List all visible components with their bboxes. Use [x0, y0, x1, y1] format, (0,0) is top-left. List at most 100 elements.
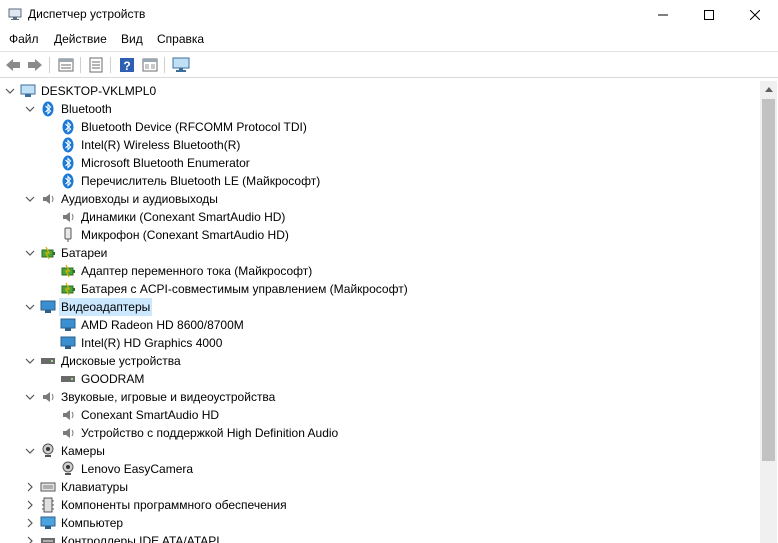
- toolbar-separator: [110, 57, 111, 73]
- device-label: Intel(R) HD Graphics 4000: [81, 336, 223, 350]
- chevron-down-icon[interactable]: [24, 442, 36, 460]
- device-item[interactable]: Lenovo EasyCamera: [60, 460, 195, 478]
- category-computer[interactable]: Компьютер: [24, 514, 125, 532]
- category-disk-drives[interactable]: Дисковые устройства: [24, 352, 183, 370]
- category-label: Bluetooth: [61, 102, 112, 116]
- vertical-scrollbar[interactable]: [760, 81, 777, 543]
- device-label: Батарея с ACPI-совместимым управлением (…: [81, 282, 408, 296]
- back-icon[interactable]: [3, 55, 23, 75]
- device-item[interactable]: Intel(R) HD Graphics 4000: [60, 334, 224, 352]
- display-adapter-icon: [60, 317, 76, 333]
- menu-file[interactable]: Файл: [9, 32, 39, 46]
- disk-drive-icon: [40, 353, 56, 369]
- maximize-button[interactable]: [686, 0, 732, 30]
- toolbar: ?: [0, 51, 778, 78]
- chevron-right-icon[interactable]: [24, 478, 36, 496]
- menu-action[interactable]: Действие: [54, 32, 107, 46]
- svg-text:?: ?: [123, 59, 130, 73]
- chevron-down-icon[interactable]: [24, 298, 36, 316]
- forward-icon[interactable]: [25, 55, 45, 75]
- chevron-right-icon[interactable]: [24, 514, 36, 532]
- device-item[interactable]: Conexant SmartAudio HD: [60, 406, 221, 424]
- category-bluetooth[interactable]: Bluetooth: [24, 100, 114, 118]
- chevron-down-icon[interactable]: [24, 388, 36, 406]
- view-icon[interactable]: [140, 55, 160, 75]
- scrollbar-thumb[interactable]: [762, 99, 775, 461]
- chevron-down-icon[interactable]: [24, 100, 36, 118]
- category-label: Батареи: [61, 246, 108, 260]
- category-ide-controllers[interactable]: Контроллеры IDE ATA/ATAPI: [24, 532, 222, 543]
- device-item[interactable]: Microsoft Bluetooth Enumerator: [60, 154, 252, 172]
- device-label: Перечислитель Bluetooth LE (Майкрософт): [81, 174, 321, 188]
- device-item[interactable]: AMD Radeon HD 8600/8700M: [60, 316, 246, 334]
- chevron-down-icon[interactable]: [24, 244, 36, 262]
- menu-view[interactable]: Вид: [121, 32, 143, 46]
- category-label: Компоненты программного обеспечения: [61, 498, 287, 512]
- chevron-right-icon[interactable]: [24, 532, 36, 543]
- device-label: Bluetooth Device (RFCOMM Protocol TDI): [81, 120, 307, 134]
- device-label: Микрофон (Conexant SmartAudio HD): [81, 228, 289, 242]
- category-label: Дисковые устройства: [61, 354, 181, 368]
- ide-controller-icon: [40, 533, 56, 543]
- device-item[interactable]: Устройство с поддержкой High Definition …: [60, 424, 340, 442]
- camera-icon: [40, 443, 56, 459]
- category-software-components[interactable]: Компоненты программного обеспечения: [24, 496, 289, 514]
- device-item[interactable]: Intel(R) Wireless Bluetooth(R): [60, 136, 242, 154]
- bluetooth-icon: [60, 155, 76, 171]
- chevron-right-icon[interactable]: [24, 496, 36, 514]
- battery-icon: [60, 263, 76, 279]
- device-item[interactable]: Перечислитель Bluetooth LE (Майкрософт): [60, 172, 322, 190]
- tree-root-label: DESKTOP-VKLMPL0: [41, 84, 157, 98]
- category-label: Камеры: [61, 444, 105, 458]
- help-icon[interactable]: ?: [117, 55, 137, 75]
- toolbar-separator: [80, 57, 81, 73]
- computer-icon: [40, 515, 56, 531]
- chevron-down-icon[interactable]: [4, 82, 16, 100]
- title-bar: Диспетчер устройств: [0, 0, 778, 30]
- device-label: Устройство с поддержкой High Definition …: [81, 426, 339, 440]
- camera-icon: [60, 461, 76, 477]
- device-item[interactable]: Адаптер переменного тока (Майкрософт): [60, 262, 314, 280]
- speaker-icon: [60, 425, 76, 441]
- monitor-icon[interactable]: [171, 55, 191, 75]
- minimize-button[interactable]: [640, 0, 686, 30]
- category-cameras[interactable]: Камеры: [24, 442, 107, 460]
- scroll-up-icon[interactable]: [760, 81, 777, 98]
- category-sound-video-game[interactable]: Звуковые, игровые и видеоустройства: [24, 388, 277, 406]
- category-audio-io[interactable]: Аудиовходы и аудиовыходы: [24, 190, 220, 208]
- window-title: Диспетчер устройств: [28, 7, 146, 21]
- speaker-icon: [40, 191, 56, 207]
- category-batteries[interactable]: Батареи: [24, 244, 109, 262]
- device-item[interactable]: Батарея с ACPI-совместимым управлением (…: [60, 280, 410, 298]
- device-label: Lenovo EasyCamera: [81, 462, 194, 476]
- display-adapter-icon: [40, 299, 56, 315]
- device-item[interactable]: Динамики (Conexant SmartAudio HD): [60, 208, 287, 226]
- device-label: Microsoft Bluetooth Enumerator: [81, 156, 250, 170]
- category-label: Звуковые, игровые и видеоустройства: [61, 390, 276, 404]
- bluetooth-icon: [60, 137, 76, 153]
- device-manager-app-icon: [8, 7, 22, 21]
- update-driver-icon[interactable]: [86, 55, 106, 75]
- device-label: AMD Radeon HD 8600/8700M: [81, 318, 244, 332]
- menu-help[interactable]: Справка: [157, 32, 204, 46]
- close-button[interactable]: [732, 0, 778, 30]
- chevron-down-icon[interactable]: [24, 190, 36, 208]
- device-label: Conexant SmartAudio HD: [81, 408, 220, 422]
- properties-icon[interactable]: [56, 55, 76, 75]
- device-item[interactable]: Микрофон (Conexant SmartAudio HD): [60, 226, 291, 244]
- category-keyboards[interactable]: Клавиатуры: [24, 478, 130, 496]
- tree-root[interactable]: DESKTOP-VKLMPL0: [4, 82, 158, 100]
- device-item[interactable]: GOODRAM: [60, 370, 146, 388]
- toolbar-separator: [49, 57, 50, 73]
- microphone-icon: [60, 227, 76, 243]
- bluetooth-icon: [60, 173, 76, 189]
- battery-icon: [40, 245, 56, 261]
- device-label: Адаптер переменного тока (Майкрософт): [81, 264, 313, 278]
- software-component-icon: [40, 497, 56, 513]
- category-display-adapters[interactable]: Видеоадаптеры: [24, 298, 153, 316]
- menu-bar: Файл Действие Вид Справка: [0, 30, 778, 50]
- device-item[interactable]: Bluetooth Device (RFCOMM Protocol TDI): [60, 118, 309, 136]
- sound-icon: [40, 389, 56, 405]
- computer-icon: [20, 83, 36, 99]
- chevron-down-icon[interactable]: [24, 352, 36, 370]
